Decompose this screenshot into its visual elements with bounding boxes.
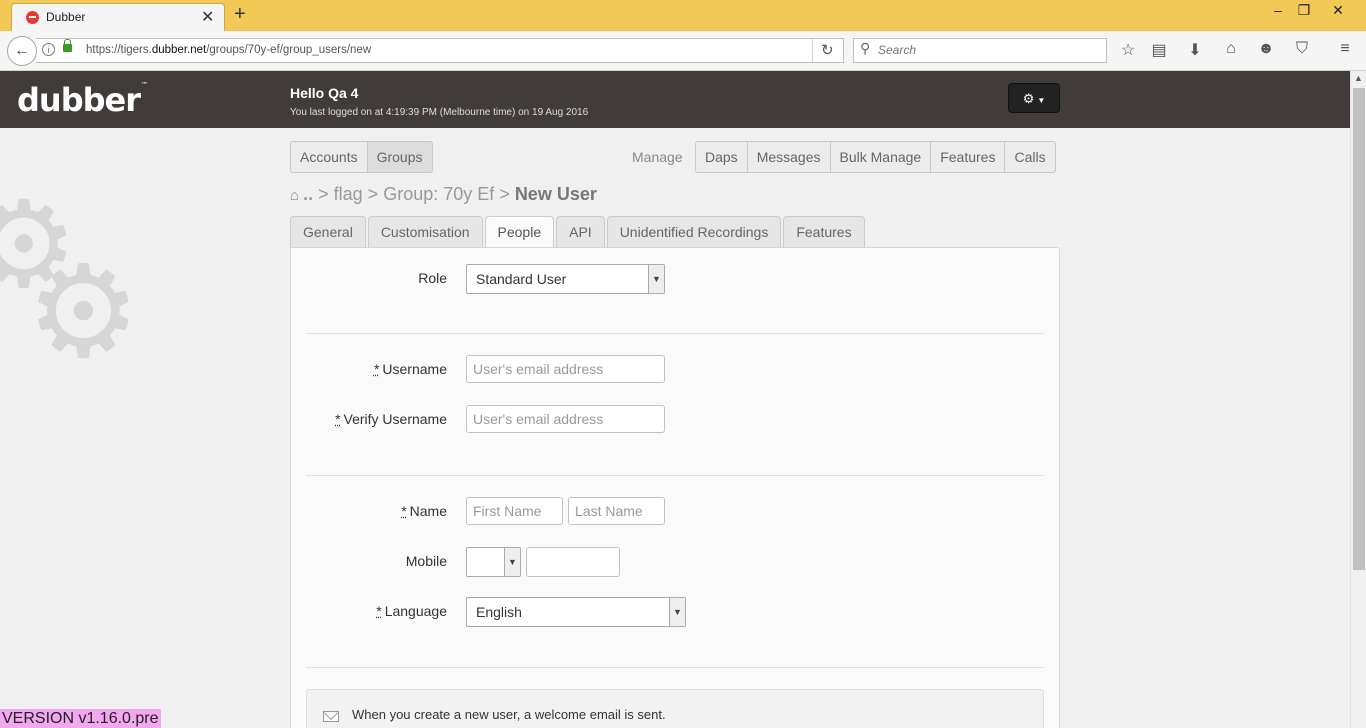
search-input[interactable] bbox=[878, 43, 1098, 57]
menu-icon[interactable]: ≡ bbox=[1334, 40, 1356, 58]
welcome-email-notice: When you create a new user, a welcome em… bbox=[306, 689, 1044, 728]
divider bbox=[306, 667, 1044, 668]
close-window-icon[interactable]: ✕ bbox=[1328, 2, 1348, 19]
manage-label: Manage bbox=[632, 149, 683, 165]
nav-manage-group: Daps Messages Bulk Manage Features Calls bbox=[695, 141, 1056, 173]
divider bbox=[306, 333, 1044, 334]
page-scrollbar[interactable]: ▲ bbox=[1350, 71, 1366, 728]
scroll-thumb[interactable] bbox=[1353, 88, 1365, 570]
new-tab-icon[interactable]: + bbox=[234, 3, 246, 26]
notice-text: When you create a new user, a welcome em… bbox=[352, 707, 666, 722]
settings-dropdown-button[interactable]: ⚙ ▼ bbox=[1008, 83, 1060, 113]
dubber-favicon-icon bbox=[26, 11, 39, 24]
name-label: * Name bbox=[401, 503, 447, 519]
nav-left-group: Accounts Groups bbox=[290, 141, 433, 173]
username-field[interactable] bbox=[466, 355, 665, 383]
download-icon[interactable]: ⬇ bbox=[1184, 40, 1206, 60]
language-label: * Language bbox=[376, 603, 447, 619]
groups-button[interactable]: Groups bbox=[366, 141, 433, 173]
browser-navbar: i https://tigers.dubber.net/groups/70y-e… bbox=[0, 31, 1366, 71]
tab-customisation[interactable]: Customisation bbox=[367, 216, 483, 248]
browser-titlebar: Dubber ✕ + – ❐ ✕ bbox=[0, 0, 1366, 31]
dubber-logo[interactable]: dubber™ bbox=[17, 81, 148, 119]
last-name-field[interactable] bbox=[568, 497, 665, 525]
chevron-down-icon: ▼ bbox=[669, 598, 685, 626]
calls-button[interactable]: Calls bbox=[1004, 141, 1056, 173]
url-text[interactable]: https://tigers.dubber.net/groups/70y-ef/… bbox=[86, 44, 371, 56]
mobile-label: Mobile bbox=[405, 553, 447, 569]
features-button[interactable]: Features bbox=[930, 141, 1006, 173]
url-separator bbox=[812, 39, 813, 62]
bookmark-star-icon[interactable]: ☆ bbox=[1117, 40, 1139, 60]
accounts-button[interactable]: Accounts bbox=[290, 141, 368, 173]
mobile-country-select[interactable]: ▼ bbox=[466, 547, 521, 577]
search-bar[interactable]: ⚲ bbox=[853, 38, 1107, 63]
chevron-down-icon: ▼ bbox=[504, 548, 520, 576]
messages-button[interactable]: Messages bbox=[746, 141, 831, 173]
back-arrow-icon: ← bbox=[14, 42, 30, 59]
tab-general[interactable]: General bbox=[290, 216, 366, 248]
browser-tab[interactable]: Dubber ✕ bbox=[11, 3, 225, 31]
home-icon[interactable]: ⌂ bbox=[290, 187, 299, 204]
tab-unidentified-recordings[interactable]: Unidentified Recordings bbox=[606, 216, 782, 248]
breadcrumb-link[interactable]: Group: 70y Ef bbox=[383, 184, 494, 204]
verify-username-label: * Verify Username bbox=[335, 411, 447, 427]
breadcrumb-link[interactable]: .. bbox=[303, 184, 313, 204]
breadcrumb-link[interactable]: flag bbox=[334, 184, 363, 204]
bulk-manage-button[interactable]: Bulk Manage bbox=[829, 141, 932, 173]
restore-icon[interactable]: ❐ bbox=[1294, 2, 1314, 19]
version-badge: VERSION v1.16.0.pre bbox=[0, 709, 161, 728]
pocket-icon[interactable]: ⛉ bbox=[1291, 40, 1313, 58]
caret-down-icon: ▼ bbox=[1037, 96, 1046, 105]
hello-icon[interactable]: ☻ bbox=[1255, 40, 1277, 58]
home-icon[interactable]: ⌂ bbox=[1220, 40, 1242, 58]
close-tab-icon[interactable]: ✕ bbox=[201, 7, 214, 27]
last-login-text: You last logged on at 4:19:39 PM (Melbou… bbox=[290, 107, 589, 118]
page-content: dubber™ Hello Qa 4 You last logged on at… bbox=[0, 71, 1350, 728]
first-name-field[interactable] bbox=[466, 497, 563, 525]
language-select[interactable]: English ▼ bbox=[466, 597, 686, 627]
verify-username-field[interactable] bbox=[466, 405, 665, 433]
tab-title: Dubber bbox=[46, 10, 86, 24]
tab-api[interactable]: API bbox=[556, 216, 605, 248]
decorative-gear-icon: ⚙ bbox=[26, 238, 141, 387]
minimize-icon[interactable]: – bbox=[1268, 2, 1288, 18]
reload-icon[interactable]: ↻ bbox=[821, 41, 834, 59]
greeting: Hello Qa 4 bbox=[290, 85, 359, 101]
mobile-number-field[interactable] bbox=[526, 547, 620, 577]
url-bar[interactable]: i https://tigers.dubber.net/groups/70y-e… bbox=[36, 38, 844, 63]
tab-features[interactable]: Features bbox=[783, 216, 865, 248]
username-label: * Username bbox=[373, 361, 447, 377]
app-header: dubber™ Hello Qa 4 You last logged on at… bbox=[0, 71, 1350, 128]
lock-icon bbox=[63, 39, 72, 52]
breadcrumb: ⌂.. > flag > Group: 70y Ef > New User bbox=[290, 184, 597, 204]
group-tabs: General Customisation People API Unident… bbox=[290, 216, 867, 249]
daps-button[interactable]: Daps bbox=[695, 141, 748, 173]
reading-list-icon[interactable]: ▤ bbox=[1148, 40, 1170, 60]
breadcrumb-current: New User bbox=[514, 184, 597, 204]
chevron-down-icon: ▼ bbox=[648, 265, 664, 293]
divider bbox=[306, 475, 1044, 476]
tab-people[interactable]: People bbox=[484, 216, 555, 249]
new-user-form: Role Standard User ▼ *Username *Verify U… bbox=[290, 247, 1060, 728]
role-label: Role bbox=[418, 270, 447, 286]
role-select[interactable]: Standard User ▼ bbox=[466, 264, 665, 294]
envelope-icon bbox=[323, 711, 339, 722]
search-icon: ⚲ bbox=[860, 40, 871, 56]
back-button[interactable]: ← bbox=[7, 36, 37, 66]
gear-icon: ⚙ bbox=[1022, 91, 1035, 106]
info-icon[interactable]: i bbox=[42, 43, 55, 56]
scroll-up-icon[interactable]: ▲ bbox=[1354, 73, 1363, 83]
